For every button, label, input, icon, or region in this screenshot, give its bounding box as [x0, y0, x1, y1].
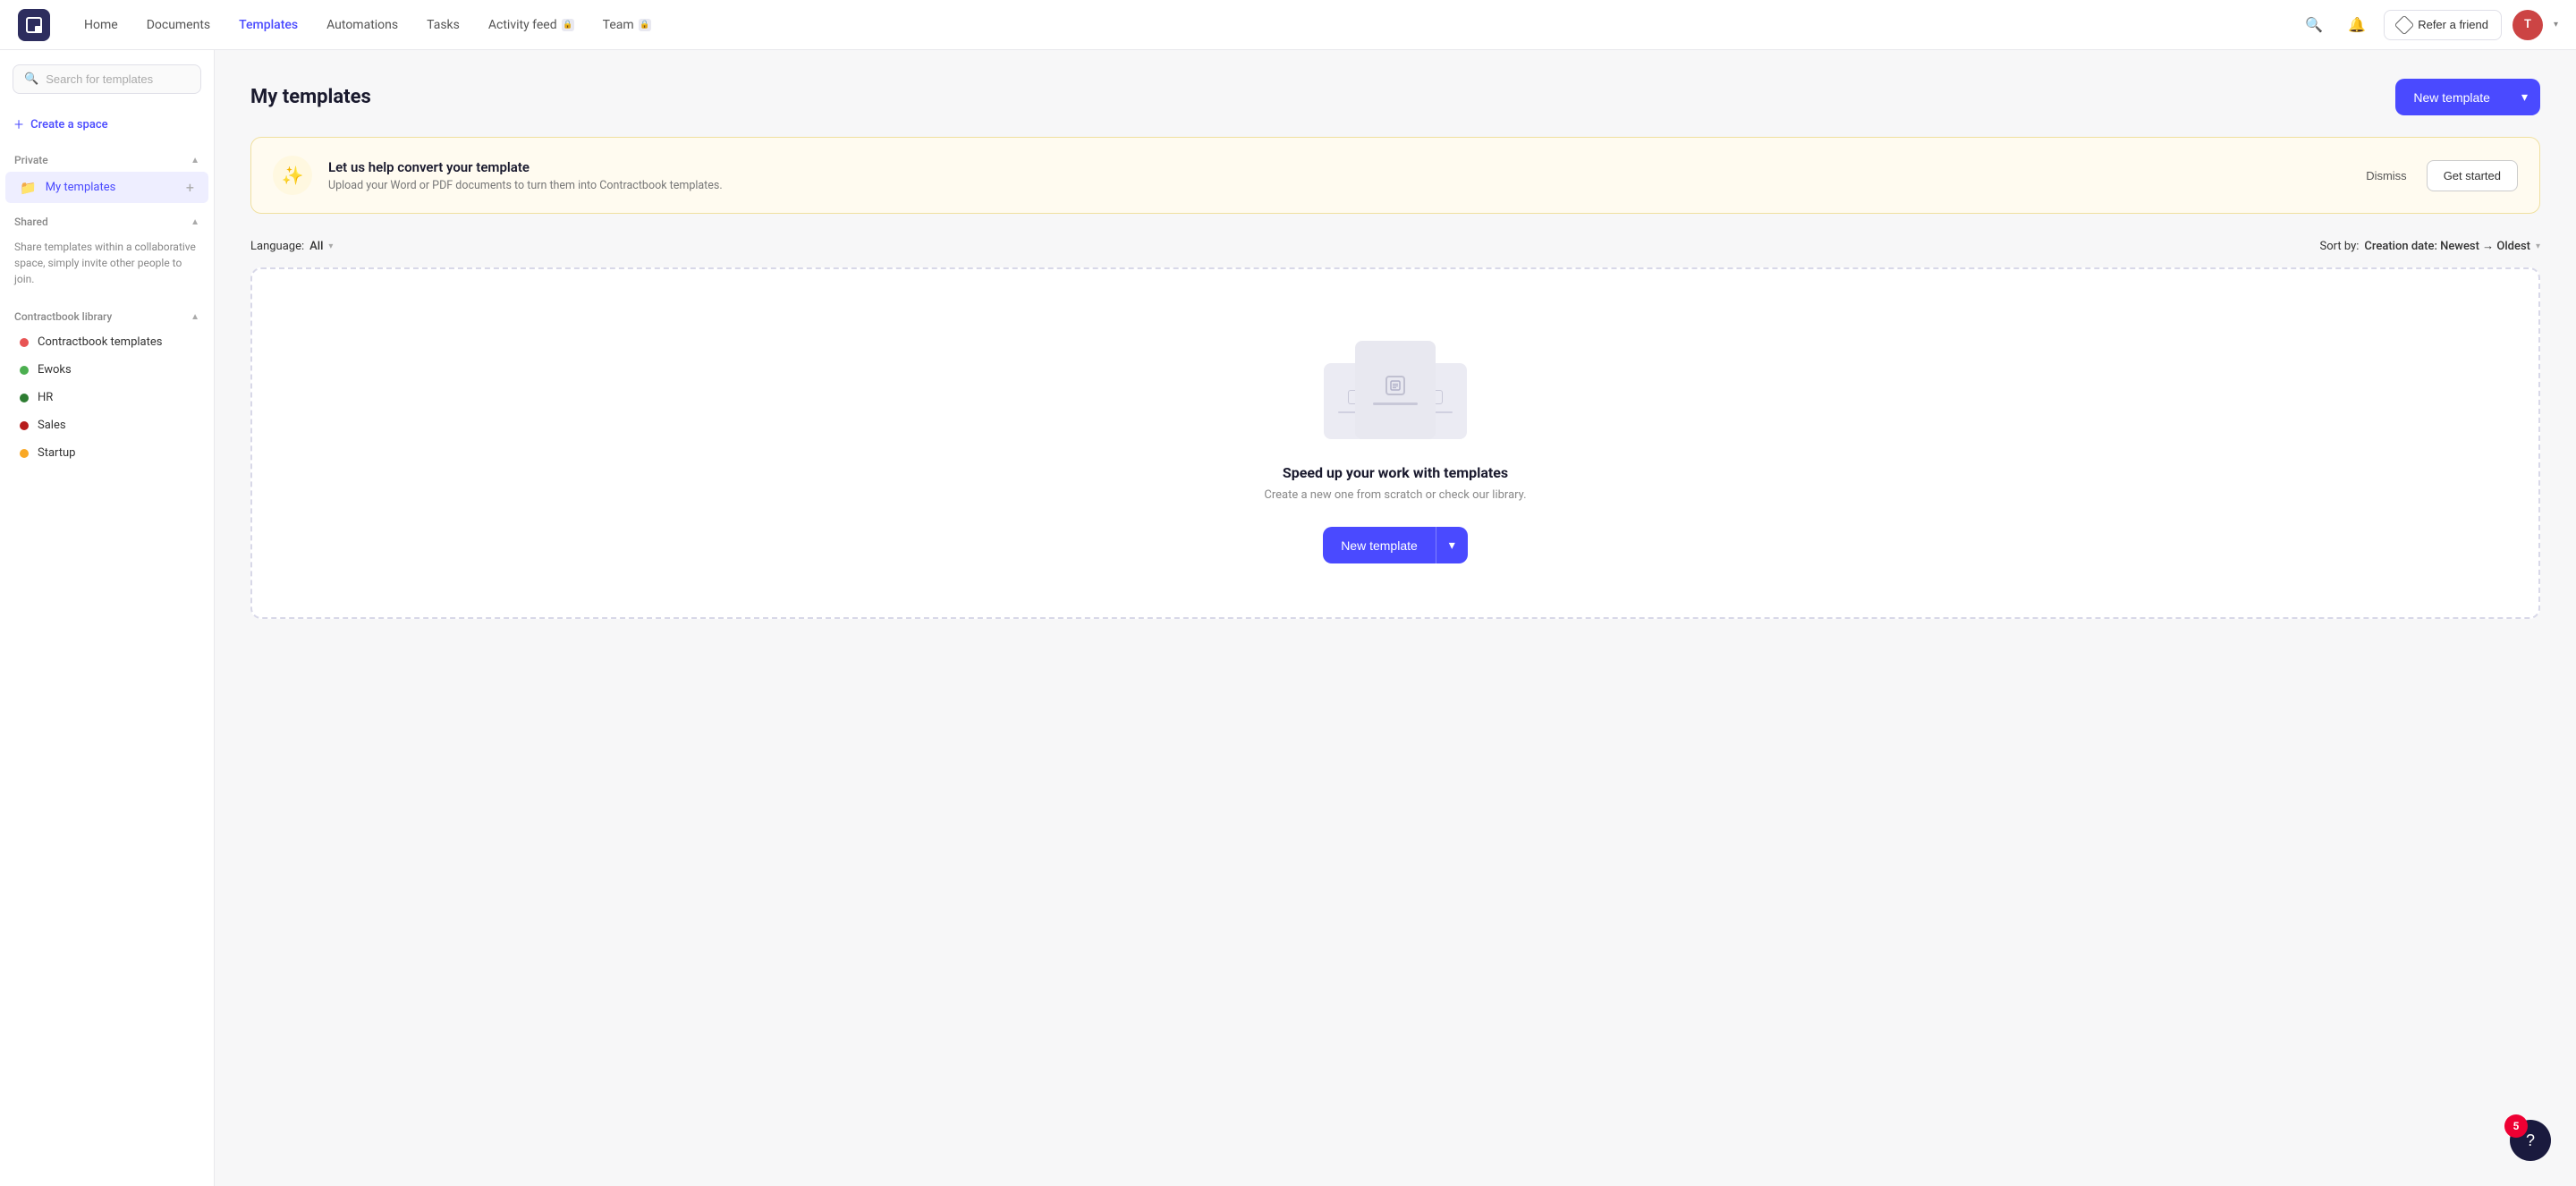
user-menu-chevron[interactable]: ▾ [2554, 20, 2558, 30]
main-header: My templates New template ▾ [250, 79, 2540, 115]
chevron-up-icon: ▲ [191, 217, 199, 227]
search-icon: 🔍 [2305, 16, 2323, 34]
lock-icon: 🔒 [562, 19, 574, 31]
search-button[interactable]: 🔍 [2298, 9, 2330, 41]
avatar[interactable]: T [2512, 10, 2543, 40]
dropdown-arrow-icon[interactable]: ▾ [2509, 79, 2540, 115]
plus-icon: + [14, 115, 23, 134]
sidebar-item-hr[interactable]: HR [5, 384, 208, 411]
sort-filter-chevron: ▾ [2536, 241, 2540, 251]
diamond-icon [2394, 14, 2415, 35]
doc-line-main [1373, 402, 1418, 405]
empty-illustration [1315, 323, 1476, 439]
nav-activity-feed[interactable]: Activity feed 🔒 [476, 11, 587, 39]
notification-count: 5 [2504, 1114, 2528, 1138]
sidebar-shared-header[interactable]: Shared ▲ [0, 210, 214, 233]
search-input[interactable] [46, 72, 190, 86]
notifications-button[interactable]: 🔔 [2341, 9, 2373, 41]
sidebar-item-contractbook-templates[interactable]: Contractbook templates [5, 328, 208, 356]
yellow-dot-icon [20, 449, 29, 458]
sidebar-item-my-templates[interactable]: 📁 My templates + [5, 172, 208, 203]
sidebar-item-sales[interactable]: Sales [5, 411, 208, 439]
sidebar-library-header[interactable]: Contractbook library ▲ [0, 305, 214, 328]
shared-label: Shared [14, 216, 48, 228]
doc-card-main [1355, 341, 1436, 439]
logo-icon [26, 17, 42, 33]
empty-state-subtitle: Create a new one from scratch or check o… [1264, 488, 1526, 502]
nav-automations[interactable]: Automations [314, 11, 411, 39]
private-label: Private [14, 154, 48, 166]
create-space-button[interactable]: + Create a space [0, 108, 214, 141]
sidebar-item-startup[interactable]: Startup [5, 439, 208, 467]
sidebar-item-ewoks[interactable]: Ewoks [5, 356, 208, 384]
sort-filter[interactable]: Sort by: Creation date: Newest → Oldest … [2320, 239, 2540, 253]
main-content: My templates New template ▾ ✨ Let us hel… [215, 50, 2576, 1186]
filter-bar: Language: All ▾ Sort by: Creation date: … [250, 239, 2540, 253]
empty-state: Speed up your work with templates Create… [250, 267, 2540, 619]
nav-links: Home Documents Templates Automations Tas… [72, 11, 2298, 39]
darkgreen-dot-icon [20, 394, 29, 402]
dropdown-arrow-icon[interactable]: ▾ [1436, 527, 1468, 563]
logo[interactable] [18, 9, 50, 41]
convert-template-banner: ✨ Let us help convert your template Uplo… [250, 137, 2540, 214]
search-icon: 🔍 [24, 72, 38, 86]
add-icon[interactable]: + [186, 179, 194, 196]
sidebar-private-header[interactable]: Private ▲ [0, 148, 214, 172]
bell-icon: 🔔 [2348, 16, 2366, 34]
sidebar-shared-section: Shared ▲ Share templates within a collab… [0, 210, 214, 298]
folder-icon: 📁 [20, 180, 37, 196]
green-dot-icon [20, 366, 29, 375]
nav-team[interactable]: Team 🔒 [590, 11, 664, 39]
doc-icon-main [1385, 376, 1405, 395]
new-template-button-top[interactable]: New template ▾ [2395, 79, 2540, 115]
library-label: Contractbook library [14, 310, 112, 323]
nav-tasks[interactable]: Tasks [414, 11, 472, 39]
banner-actions: Dismiss Get started [2355, 160, 2518, 191]
chevron-up-icon: ▲ [191, 312, 199, 322]
refer-friend-button[interactable]: Refer a friend [2384, 10, 2502, 40]
chevron-up-icon: ▲ [191, 156, 199, 165]
template-search-box[interactable]: 🔍 [13, 64, 201, 94]
app-body: 🔍 + Create a space Private ▲ 📁 My templa… [0, 50, 2576, 1186]
shared-description: Share templates within a collaborative s… [0, 233, 214, 298]
page-title: My templates [250, 86, 371, 108]
language-filter-chevron: ▾ [328, 241, 333, 251]
sidebar-private-section: Private ▲ 📁 My templates + [0, 148, 214, 203]
get-started-button[interactable]: Get started [2427, 160, 2518, 191]
banner-subtitle: Upload your Word or PDF documents to tur… [328, 179, 2339, 192]
language-filter[interactable]: Language: All ▾ [250, 240, 333, 253]
new-template-button-empty[interactable]: New template ▾ [1323, 527, 1468, 563]
help-badge: 5 ? [2510, 1120, 2551, 1161]
dismiss-button[interactable]: Dismiss [2355, 162, 2418, 190]
darkred-dot-icon [20, 421, 29, 430]
sparkle-icon: ✨ [273, 156, 312, 195]
banner-content: Let us help convert your template Upload… [328, 159, 2339, 192]
sidebar-library-section: Contractbook library ▲ Contractbook temp… [0, 305, 214, 467]
lock-icon: 🔒 [639, 19, 651, 31]
nav-home[interactable]: Home [72, 11, 131, 39]
nav-templates[interactable]: Templates [226, 11, 310, 39]
top-navigation: Home Documents Templates Automations Tas… [0, 0, 2576, 50]
empty-state-title: Speed up your work with templates [1283, 464, 1508, 481]
banner-title: Let us help convert your template [328, 159, 2339, 175]
red-dot-icon [20, 338, 29, 347]
sidebar: 🔍 + Create a space Private ▲ 📁 My templa… [0, 50, 215, 1186]
nav-right: 🔍 🔔 Refer a friend T ▾ [2298, 9, 2558, 41]
nav-documents[interactable]: Documents [134, 11, 223, 39]
